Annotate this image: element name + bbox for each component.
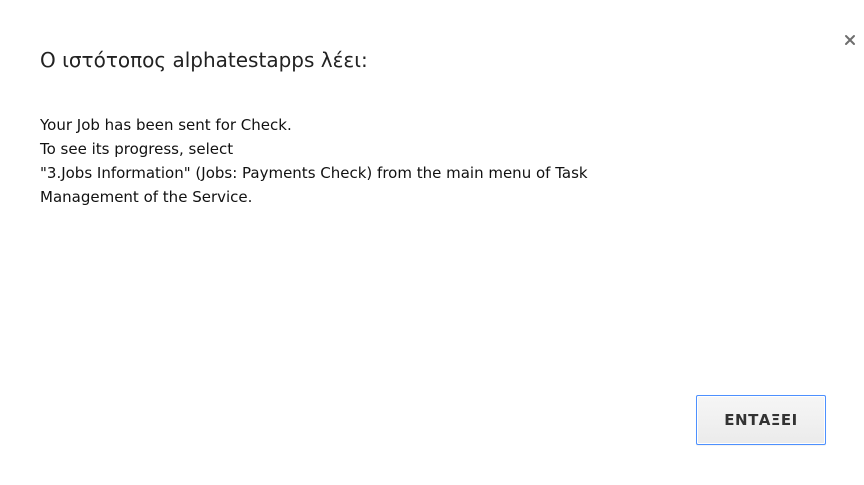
close-button[interactable] [838,28,862,52]
alert-dialog: Ο ιστότοπος alphatestapps λέει: Your Job… [0,0,864,485]
message-line: Your Job has been sent for Check. [40,116,292,134]
dialog-title: Ο ιστότοπος alphatestapps λέει: [40,48,368,72]
close-icon [844,31,856,50]
message-line: "3.Jobs Information" (Jobs: Payments Che… [40,164,588,182]
message-line: To see its progress, select [40,140,234,158]
ok-button[interactable]: ΕΝΤΑΞΕΙ [696,395,826,445]
message-line: Management of the Service. [40,188,253,206]
dialog-message: Your Job has been sent for Check. To see… [40,113,830,209]
